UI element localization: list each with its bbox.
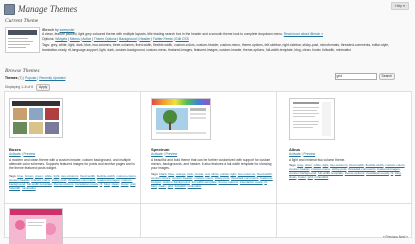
- theme-preview-albus[interactable]: Preview: [303, 152, 315, 156]
- filter-popular[interactable]: Popular: [25, 76, 36, 80]
- themes-page: Manage Themes Help ▾ Current Theme iBenc…: [0, 0, 415, 244]
- theme-card-boxes: Boxes Activate | Preview A modern and cl…: [5, 92, 141, 204]
- theme-tag-link[interactable]: translation-ready: [240, 180, 263, 184]
- current-theme-options: Options: Widgets | Menus | Active | Them…: [42, 36, 189, 41]
- current-theme-heading: Current Theme: [5, 18, 39, 24]
- theme-screenshot-albus[interactable]: [289, 98, 335, 140]
- theme-tag-link[interactable]: fullwidth: [9, 186, 20, 190]
- current-theme-by: by: [55, 28, 59, 32]
- theme-tag-link[interactable]: theme-options: [54, 182, 74, 186]
- appearance-icon: [4, 3, 15, 15]
- theme-description-boxes: A modern and clean theme with a custom h…: [9, 158, 135, 171]
- page-header: Manage Themes: [4, 3, 77, 15]
- theme-tag-link[interactable]: theme-options: [345, 171, 365, 175]
- filter-all[interactable]: Themes: [5, 76, 17, 80]
- option-widgets[interactable]: Widgets: [55, 37, 67, 41]
- option-active[interactable]: Active: [82, 37, 91, 41]
- theme-card-spectrum: Spectrum Activate | Preview A beautiful …: [141, 92, 277, 204]
- current-theme-name: iBench: [42, 27, 55, 32]
- theme-preview-spectrum[interactable]: Preview: [165, 152, 177, 156]
- theme-screenshot-boxes[interactable]: [9, 98, 63, 138]
- available-themes-grid: Boxes Activate | Preview A modern and cl…: [4, 91, 412, 244]
- theme-screenshot-spectrum[interactable]: [151, 98, 211, 140]
- current-theme-author-link[interactable]: sweepster: [60, 28, 75, 32]
- theme-tag-link[interactable]: footer: [121, 182, 129, 186]
- theme-activate-albus[interactable]: Activate: [289, 152, 301, 156]
- pagination[interactable]: « Previous Next »: [383, 235, 408, 239]
- search-input[interactable]: grid: [334, 73, 377, 80]
- theme-tag-link[interactable]: blog: [104, 182, 110, 186]
- theme-card-albus: Albus Activate | Preview A light and min…: [277, 92, 412, 204]
- theme-tag-link[interactable]: rtl: [100, 182, 103, 186]
- displaying-count: Displaying 1–6 of 6: [5, 85, 34, 90]
- theme-tag-link[interactable]: minimalist: [188, 184, 202, 188]
- theme-tag-link[interactable]: minimalist: [22, 186, 36, 190]
- option-menus[interactable]: Menus: [70, 37, 80, 41]
- browse-themes-heading: Browse Themes: [5, 68, 40, 74]
- theme-tag-link[interactable]: clean: [289, 175, 296, 179]
- theme-card-empty-1: [141, 204, 277, 238]
- read-more-link[interactable]: Read more about iBench »: [284, 32, 323, 36]
- theme-tag-link[interactable]: theme-options: [218, 180, 238, 184]
- theme-preview-boxes[interactable]: Preview: [23, 152, 35, 156]
- theme-tag-link[interactable]: footer: [298, 175, 306, 179]
- theme-tag-link[interactable]: rtl: [391, 171, 394, 175]
- theme-tag-link[interactable]: translation-ready: [366, 171, 389, 175]
- theme-tag-link[interactable]: blog: [395, 171, 401, 175]
- theme-tags-spectrum: Tags: black, blue, orange, pink, purple,…: [151, 172, 273, 188]
- option-background[interactable]: Background: [119, 37, 137, 41]
- theme-card-next: [5, 204, 141, 244]
- theme-tag-link[interactable]: translation-ready: [75, 182, 98, 186]
- options-label: Options:: [42, 36, 55, 41]
- search-button[interactable]: Search: [378, 73, 395, 80]
- theme-tag-link[interactable]: grid: [308, 175, 313, 179]
- apply-button[interactable]: Apply: [36, 84, 51, 91]
- theme-tag-link[interactable]: blog: [151, 184, 157, 188]
- tags-label: Tags:: [42, 43, 50, 48]
- option-header[interactable]: Header: [139, 37, 150, 41]
- current-theme-screenshot: [5, 27, 40, 53]
- theme-tags-albus: Tags: gray, silver, white, light, two-co…: [289, 163, 406, 179]
- option-theme-options[interactable]: Theme Options: [94, 37, 117, 41]
- theme-description-albus: A light and minimal two column theme.: [289, 158, 346, 162]
- theme-tag-link[interactable]: grid: [130, 182, 135, 186]
- current-theme-info: iBench by sweepster A clean, feature pac…: [42, 27, 402, 52]
- theme-tags-boxes: Tags: blue, brown, green, white, light, …: [9, 174, 137, 190]
- theme-search: grid Search: [334, 73, 395, 80]
- theme-description-spectrum: A beautiful and bold theme that can be f…: [151, 158, 272, 171]
- theme-tag-link[interactable]: clean: [159, 184, 166, 188]
- theme-tag-link[interactable]: rtl: [264, 180, 267, 184]
- option-twitter-feeds[interactable]: Twitter Feeds: [153, 37, 173, 41]
- theme-tag-link[interactable]: clean: [112, 182, 119, 186]
- filter-links: Themes (7) | Popular | Recently Updated: [5, 76, 66, 80]
- theme-screenshot-next[interactable]: [9, 208, 63, 244]
- theme-activate-spectrum[interactable]: Activate: [151, 152, 163, 156]
- help-tab[interactable]: Help ▾: [391, 2, 409, 10]
- theme-tag-link[interactable]: fullwidth: [175, 184, 186, 188]
- current-theme-description: A clean, feature packed, light grey colo…: [42, 32, 283, 37]
- theme-tag-link[interactable]: grid: [168, 184, 173, 188]
- tablenav: Displaying 1–6 of 6 Apply: [5, 84, 51, 91]
- theme-tag-link[interactable]: minimalist: [315, 175, 329, 179]
- theme-activate-boxes[interactable]: Activate: [9, 152, 21, 156]
- option-edit-css[interactable]: Edit CSS: [175, 37, 188, 41]
- theme-card-empty-2: [277, 204, 412, 238]
- current-theme-tags: grey, white, light, dark, blue, two-colu…: [42, 43, 389, 52]
- filter-recent[interactable]: Recently Updated: [39, 76, 65, 80]
- page-title: Manage Themes: [18, 4, 78, 14]
